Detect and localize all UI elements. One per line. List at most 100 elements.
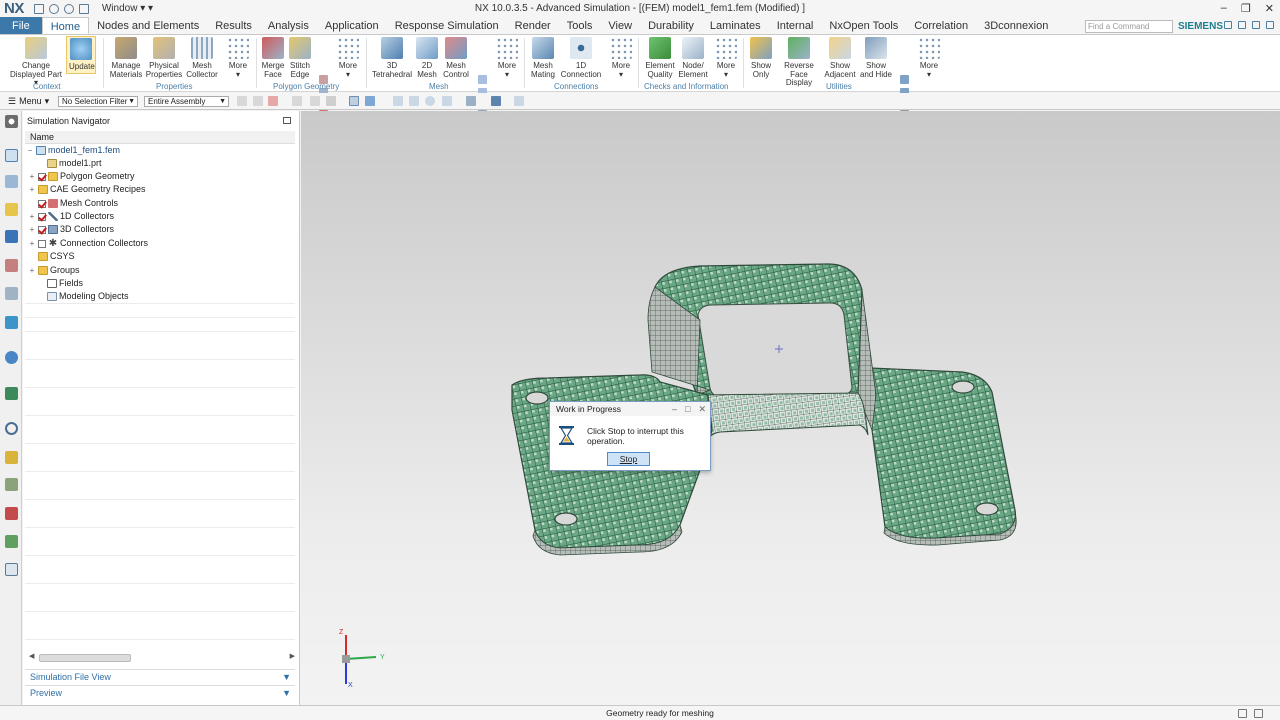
tab-internal[interactable]: Internal	[769, 17, 822, 34]
tree-item-fem[interactable]: − model1_fem1.fem	[26, 144, 120, 157]
tree-item-prt[interactable]: model1.prt	[37, 157, 102, 170]
select-feature-icon[interactable]	[268, 96, 278, 106]
close-button[interactable]: ✕	[1265, 2, 1274, 15]
more-properties-button[interactable]: More ▾	[226, 37, 250, 79]
tree-item-mesh-controls[interactable]: Mesh Controls	[28, 197, 118, 210]
ribbon-restore-icon[interactable]	[1266, 21, 1274, 29]
select-icon[interactable]	[253, 96, 263, 106]
tab-render[interactable]: Render	[507, 17, 559, 34]
tab-file[interactable]: File	[0, 17, 42, 34]
restore-button[interactable]: ❐	[1241, 2, 1251, 15]
mesh-mating-button[interactable]: Mesh Mating	[529, 37, 557, 79]
section-view-icon[interactable]	[514, 96, 524, 106]
measure-icon[interactable]	[5, 451, 18, 464]
expand-icon[interactable]: +	[28, 170, 36, 183]
expand-icon[interactable]: +	[28, 210, 36, 223]
collapse-icon[interactable]: −	[26, 144, 34, 157]
visibility-checkbox[interactable]	[38, 212, 46, 221]
visibility-checkbox[interactable]	[38, 239, 46, 248]
box-select-icon[interactable]	[326, 96, 336, 106]
merge-face-button[interactable]: Merge Face	[261, 37, 285, 79]
3d-tetrahedral-button[interactable]: 3D Tetrahedral	[371, 37, 413, 79]
expand-icon[interactable]: +	[28, 223, 36, 236]
show-and-hide-button[interactable]: Show and Hide	[859, 37, 893, 79]
clock-icon[interactable]	[5, 422, 18, 435]
simulation-file-view-panel[interactable]: Simulation File View ▼	[25, 669, 295, 684]
scroll-left-icon[interactable]: ◀	[29, 652, 34, 660]
meshed-bracket-model[interactable]	[301, 111, 1280, 705]
tree-item-fields[interactable]: Fields	[37, 277, 83, 290]
zoom-icon[interactable]	[409, 96, 419, 106]
tree-item-groups[interactable]: + Groups	[28, 264, 80, 277]
tab-correlation[interactable]: Correlation	[906, 17, 976, 34]
tab-durability[interactable]: Durability	[640, 17, 702, 34]
more-connections-button[interactable]: More ▾	[609, 37, 633, 79]
mesh-tool-icon-1[interactable]	[478, 75, 487, 84]
more-mesh-button[interactable]: More ▾	[495, 37, 519, 79]
expand-icon[interactable]: +	[28, 264, 36, 277]
tree-item-connection-collectors[interactable]: + ✱ Connection Collectors	[28, 237, 148, 250]
minimize-button[interactable]: –	[1221, 2, 1227, 15]
tab-application[interactable]: Application	[317, 17, 387, 34]
more-utilities-button[interactable]: More ▾	[917, 37, 941, 79]
mesh-collector-button[interactable]: Mesh Collector	[184, 37, 220, 79]
material-icon[interactable]	[5, 507, 18, 520]
update-button[interactable]: Update	[66, 36, 96, 74]
tab-tools[interactable]: Tools	[559, 17, 601, 34]
assembly-navigator-icon[interactable]	[5, 175, 18, 188]
roles-icon[interactable]	[5, 316, 18, 329]
manage-materials-button[interactable]: Manage Materials	[108, 37, 144, 79]
tab-results[interactable]: Results	[207, 17, 260, 34]
orient-view-icon[interactable]	[442, 96, 452, 106]
utility-tool-icon-1[interactable]	[900, 75, 909, 84]
find-command-input[interactable]: Find a Command	[1085, 20, 1173, 33]
graphics-viewport[interactable]: Y Z X	[301, 111, 1280, 705]
web-browser-icon[interactable]	[5, 351, 18, 364]
change-displayed-part-button[interactable]: Change Displayed Part ▾	[8, 37, 64, 88]
tool-icon[interactable]	[5, 478, 18, 491]
mesh-control-button[interactable]: Mesh Control	[441, 37, 471, 79]
menu-button[interactable]: ☰ Menu ▾	[8, 96, 49, 107]
save-icon[interactable]	[33, 3, 44, 14]
tab-nodes-and-elements[interactable]: Nodes and Elements	[89, 17, 207, 34]
part-navigator-icon[interactable]	[5, 230, 18, 243]
help-icon[interactable]	[1224, 21, 1232, 29]
constraint-navigator-icon[interactable]	[5, 203, 18, 216]
snap-icon[interactable]	[237, 96, 247, 106]
tree-item-polygon-geometry[interactable]: + Polygon Geometry	[28, 170, 135, 183]
touch-mode-icon[interactable]	[78, 3, 89, 14]
tree-item-3d-collectors[interactable]: + 3D Collectors	[28, 223, 114, 236]
status-panel-icon[interactable]	[1254, 709, 1263, 718]
stop-button[interactable]: Stop	[607, 452, 650, 466]
tree-item-cae-geometry-recipes[interactable]: + CAE Geometry Recipes	[28, 183, 146, 196]
stitch-edge-button[interactable]: Stitch Edge	[288, 37, 312, 79]
selection-scope-dropdown[interactable]: Entire Assembly ▼	[144, 96, 229, 107]
status-display-icon[interactable]	[1238, 709, 1247, 718]
visibility-checkbox[interactable]	[38, 199, 46, 208]
dialog-minimize-button[interactable]: –	[672, 402, 677, 416]
home-icon[interactable]	[1238, 21, 1246, 29]
tab-3dconnexion[interactable]: 3Dconnexion	[976, 17, 1056, 34]
scroll-right-icon[interactable]: ▶	[290, 652, 295, 660]
undo-icon[interactable]	[48, 3, 59, 14]
gear-icon[interactable]	[5, 115, 18, 128]
deselect-icon[interactable]	[310, 96, 320, 106]
render-style-icon[interactable]	[466, 96, 476, 106]
document-icon[interactable]	[5, 563, 18, 576]
reuse-library-icon[interactable]	[5, 259, 18, 272]
tree-item-csys[interactable]: CSYS	[28, 250, 75, 263]
preview-panel[interactable]: Preview ▼	[25, 685, 295, 700]
selection-filter-dropdown[interactable]: No Selection Filter ▼	[58, 96, 138, 107]
minimize-ribbon-icon[interactable]	[1252, 21, 1260, 29]
more-checks-button[interactable]: More ▾	[714, 37, 738, 79]
show-adjacent-button[interactable]: Show Adjacent	[824, 37, 856, 79]
display-mode-icon[interactable]	[491, 96, 501, 106]
navigator-horizontal-scrollbar[interactable]: ◀ ▶	[29, 653, 295, 663]
show-only-button[interactable]: Show Only	[748, 37, 774, 79]
tab-analysis[interactable]: Analysis	[260, 17, 317, 34]
dialog-close-button[interactable]: ✕	[698, 402, 706, 416]
more-polygon-button[interactable]: More ▾	[336, 37, 360, 79]
tab-home[interactable]: Home	[41, 17, 90, 34]
2d-mesh-button[interactable]: 2D Mesh	[415, 37, 439, 79]
history-icon[interactable]	[5, 287, 18, 300]
